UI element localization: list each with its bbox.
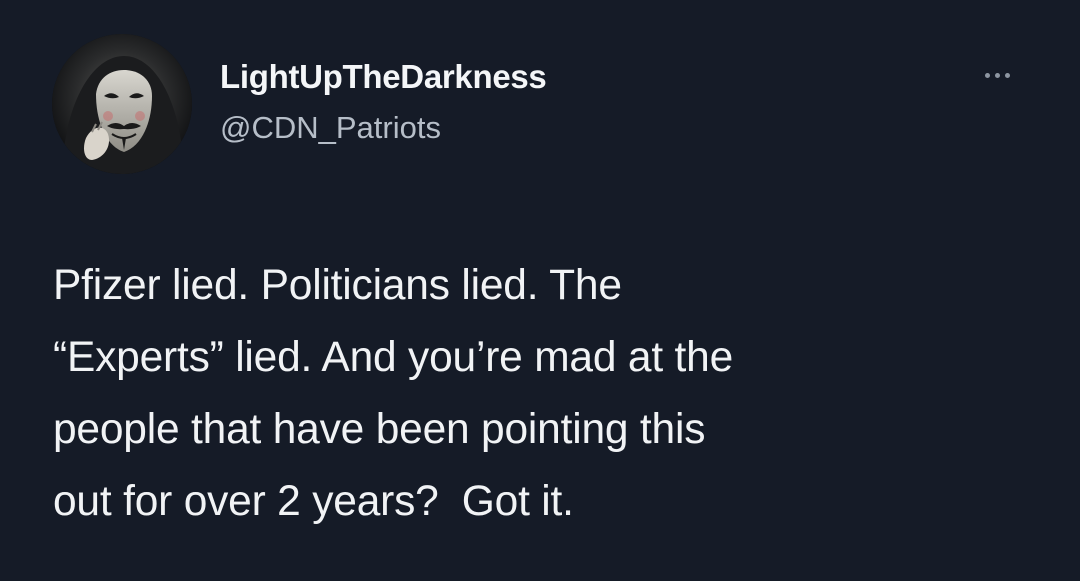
tweet-text-line: “Experts” lied. And you’re mad at the (53, 334, 734, 381)
tweet-text: Pfizer lied. Politicians lied. The “Expe… (53, 250, 1053, 538)
tweet-text-line: out for over 2 years? Got it. (53, 478, 574, 525)
more-horizontal-icon (984, 72, 990, 78)
user-handle[interactable]: @CDN_Patriots (220, 110, 441, 146)
more-options-button[interactable] (972, 60, 1022, 90)
masked-face-avatar-icon (52, 34, 192, 174)
tweet-card: LightUpTheDarkness @CDN_Patriots Pfizer … (0, 0, 1080, 581)
tweet-text-line: Pfizer lied. Politicians lied. The (53, 262, 622, 309)
more-horizontal-icon (994, 72, 1000, 78)
more-horizontal-icon (1004, 72, 1010, 78)
avatar[interactable] (52, 34, 192, 174)
tweet-text-line: people that have been pointing this (53, 406, 706, 453)
display-name[interactable]: LightUpTheDarkness (220, 58, 547, 96)
